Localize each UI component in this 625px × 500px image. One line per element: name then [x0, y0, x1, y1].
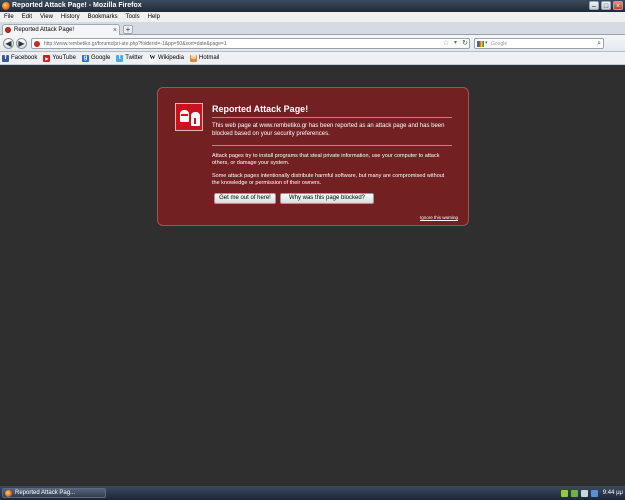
search-bar[interactable]: ▾ Google ⌕	[474, 38, 604, 49]
search-input[interactable]: Google	[491, 40, 507, 48]
error-long-description-2: Some attack pages intentionally distribu…	[212, 173, 445, 186]
network-icon[interactable]	[560, 489, 568, 497]
tab-reported-attack-page[interactable]: Reported Attack Page! ×	[2, 24, 120, 35]
maximize-button[interactable]: □	[601, 1, 611, 10]
minimize-button[interactable]: –	[589, 1, 599, 10]
volume-icon[interactable]	[580, 489, 588, 497]
blocked-police-icon	[175, 103, 203, 131]
google-engine-icon[interactable]	[477, 41, 484, 47]
nvidia-icon[interactable]	[570, 489, 578, 497]
taskbar-window-label: Reported Attack Pag...	[15, 490, 76, 496]
menu-history[interactable]: History	[61, 12, 80, 22]
site-identity-icon[interactable]	[34, 41, 40, 47]
divider	[212, 117, 452, 118]
attack-warning-box: Reported Attack Page! This web page at w…	[157, 87, 469, 226]
new-tab-button[interactable]: +	[123, 25, 133, 34]
tray-app-icon[interactable]	[590, 489, 598, 497]
hotmail-icon: ✉	[189, 54, 197, 62]
taskbar: Reported Attack Pag... 9:44 μμ	[0, 486, 625, 500]
close-button[interactable]: ×	[613, 1, 623, 10]
menu-bookmarks[interactable]: Bookmarks	[88, 12, 118, 22]
page-content: Reported Attack Page! This web page at w…	[0, 65, 625, 486]
bookmark-label: YouTube	[52, 54, 76, 61]
forward-button[interactable]: ▶	[16, 38, 27, 49]
navigation-toolbar: ◀ ▶ http://www.rembetiko.gr/forums/pri-a…	[0, 35, 625, 52]
menu-file[interactable]: File	[4, 12, 14, 22]
tab-close-icon[interactable]: ×	[113, 26, 117, 35]
bookmark-wikipedia[interactable]: W Wikipedia	[148, 54, 184, 63]
menu-bar: File Edit View History Bookmarks Tools H…	[0, 12, 625, 22]
error-long-description-1: Attack pages try to install programs tha…	[212, 153, 440, 166]
url-bar[interactable]: http://www.rembetiko.gr/forums/pri-ate.p…	[31, 38, 470, 49]
facebook-icon: f	[2, 54, 9, 62]
bookmark-label: Hotmail	[198, 54, 220, 61]
youtube-icon: ▶	[43, 54, 51, 62]
bookmark-youtube[interactable]: ▶ YouTube	[43, 54, 76, 63]
bookmarks-toolbar: f Facebook ▶ YouTube g Google t Twitter …	[0, 52, 625, 65]
error-title: Reported Attack Page!	[212, 104, 309, 114]
firefox-icon	[5, 490, 12, 497]
firefox-icon	[2, 2, 10, 10]
clock[interactable]: 9:44 μμ	[603, 488, 623, 498]
system-tray: 9:44 μμ	[560, 488, 623, 498]
menu-help[interactable]: Help	[148, 12, 160, 22]
bookmark-facebook[interactable]: f Facebook	[2, 54, 37, 63]
window-controls: – □ ×	[589, 1, 623, 11]
bookmark-label: Facebook	[11, 54, 38, 61]
reload-icon[interactable]: ↻	[462, 39, 468, 48]
get-me-out-button[interactable]: Get me out of here!	[214, 193, 276, 204]
window-title: Reported Attack Page! - Mozilla Firefox	[12, 2, 142, 9]
url-dropdown-icon[interactable]: ▾	[454, 39, 457, 48]
menu-edit[interactable]: Edit	[22, 12, 32, 22]
bookmark-hotmail[interactable]: ✉ Hotmail	[189, 54, 220, 63]
blocked-site-icon	[5, 27, 11, 33]
twitter-icon: t	[116, 54, 124, 62]
menu-tools[interactable]: Tools	[126, 12, 140, 22]
bookmark-google[interactable]: g Google	[81, 54, 111, 63]
bookmark-label: Wikipedia	[157, 54, 184, 61]
why-blocked-button[interactable]: Why was this page blocked?	[280, 193, 374, 204]
error-short-description: This web page at www.rembetiko.gr has be…	[212, 123, 445, 137]
url-text[interactable]: http://www.rembetiko.gr/forums/pri-ate.p…	[44, 40, 434, 48]
google-icon: g	[81, 54, 89, 62]
tab-strip: Reported Attack Page! × +	[0, 22, 625, 35]
bookmark-label: Twitter	[125, 54, 143, 61]
back-button[interactable]: ◀	[3, 38, 14, 49]
divider	[212, 145, 452, 146]
menu-view[interactable]: View	[40, 12, 53, 22]
taskbar-firefox-window[interactable]: Reported Attack Pag...	[2, 488, 106, 498]
tab-label: Reported Attack Page!	[14, 27, 75, 33]
search-icon[interactable]: ⌕	[597, 39, 601, 48]
bookmark-label: Google	[90, 54, 111, 61]
window-titlebar[interactable]: Reported Attack Page! - Mozilla Firefox …	[0, 0, 625, 12]
wikipedia-icon: W	[148, 54, 156, 62]
bookmark-twitter[interactable]: t Twitter	[116, 54, 143, 63]
search-engine-dropdown-icon[interactable]: ▾	[485, 39, 488, 48]
ignore-warning-link[interactable]: Ignore this warning	[420, 215, 458, 221]
bookmark-star-icon[interactable]: ☆	[443, 39, 449, 48]
